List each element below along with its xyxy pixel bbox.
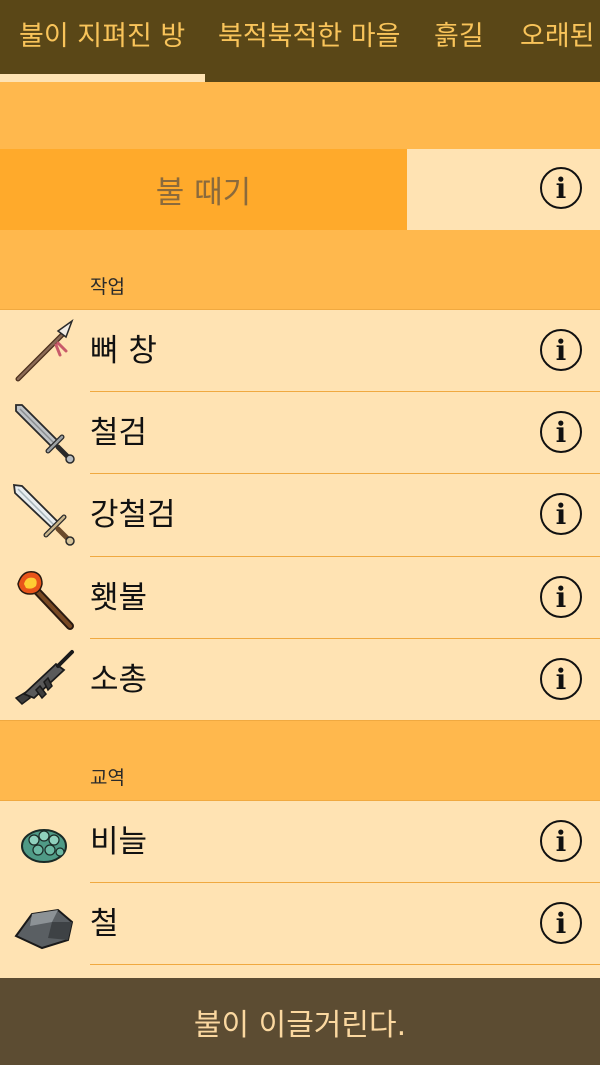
top-band xyxy=(0,82,600,149)
craft-item-rifle[interactable]: 소총 i xyxy=(0,639,600,721)
torch-info-icon[interactable]: i xyxy=(540,576,582,618)
iron-info-icon[interactable]: i xyxy=(540,902,582,944)
scales-icon xyxy=(21,829,67,863)
trade-item-label: 철 xyxy=(90,906,119,942)
tab-old[interactable]: 오래된 xyxy=(520,0,595,74)
craft-section-label: 작업 xyxy=(90,276,125,298)
craft-item-torch[interactable]: 횃불 i xyxy=(0,557,600,639)
status-message-bar: 불이 이글거린다. xyxy=(0,978,600,1065)
trade-item-scales[interactable]: 비늘 i xyxy=(0,801,600,883)
iron-sword-info-icon[interactable]: i xyxy=(540,411,582,453)
trade-item-iron[interactable]: 철 i xyxy=(0,883,600,965)
tab-village[interactable]: 북적북적한 마을 xyxy=(218,0,400,74)
trade-item-label: 비늘 xyxy=(90,824,148,860)
status-message: 불이 이글거린다. xyxy=(193,1007,407,1043)
location-tab-bar: 불이 지펴진 방 북적북적한 마을 흙길 오래된 xyxy=(0,0,600,82)
craft-item-label: 철검 xyxy=(90,415,148,451)
stoke-fire-info-icon[interactable]: i xyxy=(540,167,582,209)
tab-fire-room[interactable]: 불이 지펴진 방 xyxy=(0,0,206,82)
craft-item-label: 횃불 xyxy=(90,580,148,616)
trade-section-label: 교역 xyxy=(90,767,125,789)
torch-icon xyxy=(17,571,74,630)
craft-item-label: 소총 xyxy=(90,662,148,698)
iron-sword-icon xyxy=(15,404,75,464)
rifle-info-icon[interactable]: i xyxy=(540,658,582,700)
rifle-icon xyxy=(14,650,74,705)
stoke-fire-button[interactable]: 불 때기 xyxy=(0,149,407,230)
steel-sword-info-icon[interactable]: i xyxy=(540,493,582,535)
tab-dirt-road[interactable]: 흙길 xyxy=(434,0,484,74)
craft-item-bone-spear[interactable]: 뼈 창 i xyxy=(0,310,600,392)
bone-spear-icon xyxy=(15,319,74,382)
bone-spear-info-icon[interactable]: i xyxy=(540,329,582,371)
steel-sword-icon xyxy=(12,483,75,546)
craft-item-steel-sword[interactable]: 강철검 i xyxy=(0,474,600,556)
iron-ore-icon xyxy=(14,908,74,950)
craft-item-iron-sword[interactable]: 철검 i xyxy=(0,392,600,474)
scales-info-icon[interactable]: i xyxy=(540,820,582,862)
craft-item-label: 뼈 창 xyxy=(90,333,157,369)
craft-item-label: 강철검 xyxy=(90,497,176,533)
divider xyxy=(90,964,600,965)
